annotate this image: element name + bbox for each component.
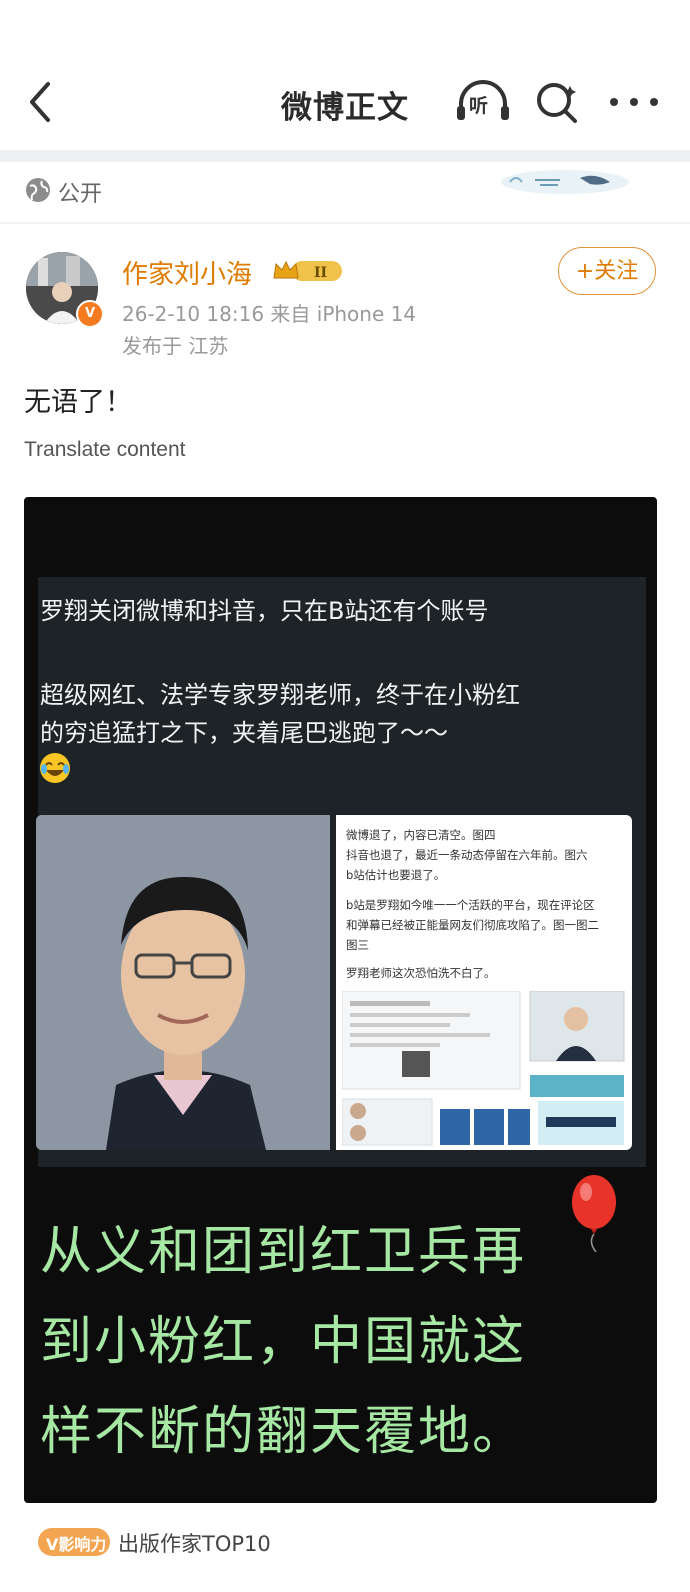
screenshot-text-line: b站是罗翔如今唯一一个活跃的平台，现在评论区 xyxy=(346,898,595,912)
screenshot-text-line: 罗翔老师这次恐怕洗不白了。 xyxy=(346,966,496,980)
top-bar xyxy=(0,0,690,150)
listen-label: 听 xyxy=(469,95,489,117)
laugh-emoji-icon xyxy=(38,751,72,785)
author-name[interactable]: 作家刘小海 xyxy=(122,254,252,291)
image-subtext-line: 超级网红、法学专家罗翔老师，终于在小粉红 xyxy=(40,681,520,709)
image-headline: 罗翔关闭微博和抖音，只在B站还有个账号 xyxy=(40,597,489,625)
screenshot-text-line: b站估计也要退了。 xyxy=(346,868,446,882)
visibility-label: 公开 xyxy=(58,182,103,207)
image-caption-line: 从义和团到红卫兵再 xyxy=(40,1222,527,1282)
influence-badge[interactable]: V影响力 xyxy=(38,1528,110,1556)
thin-divider xyxy=(0,222,690,224)
screenshot-text-line: 抖音也退了，最近一条动态停留在六年前。图六 xyxy=(346,848,588,862)
influence-badge-label: V影响力 xyxy=(46,1535,107,1554)
screenshot-collage: 微博退了，内容已清空。图四 抖音也退了，最近一条动态停留在六年前。图六 b站估计… xyxy=(336,815,632,1150)
balloon-icon xyxy=(566,1172,624,1253)
screenshot-text-line: 微博退了，内容已清空。图四 xyxy=(346,828,496,842)
crown-badge[interactable]: II xyxy=(272,258,344,284)
post-timestamp-source: 26-2-10 18:16 来自 iPhone 14 xyxy=(122,302,417,326)
level-badge-text: II xyxy=(314,265,327,281)
post-image[interactable]: 罗翔关闭微博和抖音，只在B站还有个账号 超级网红、法学专家罗翔老师，终于在小粉红… xyxy=(24,497,657,1503)
globe-icon xyxy=(24,176,52,204)
image-subtext-line: 的穷追猛打之下，夹着尾巴逃跑了～～ xyxy=(40,719,448,747)
screenshot-text-line: 图三 xyxy=(346,938,369,952)
verified-badge: V xyxy=(76,300,104,328)
listen-button[interactable]: 听 xyxy=(455,78,511,126)
post-location: 发布于 江苏 xyxy=(122,334,229,358)
screenshot-text-line: 和弹幕已经被正能量网友们彻底攻陷了。图一图二 xyxy=(346,918,599,932)
portrait-photo xyxy=(36,815,330,1150)
image-caption-line: 样不断的翻天覆地。 xyxy=(40,1402,527,1462)
decoration-banner xyxy=(500,160,630,200)
page-title: 微博正文 xyxy=(281,90,409,126)
more-icon[interactable] xyxy=(606,82,662,122)
post-text: 无语了！ xyxy=(24,387,132,418)
image-caption-line: 到小粉红，中国就这 xyxy=(40,1312,527,1372)
follow-button[interactable]: +关注 xyxy=(558,247,656,295)
translate-link[interactable]: Translate content xyxy=(24,438,185,462)
screenshot-thumbnails xyxy=(342,991,625,1146)
influence-label[interactable]: 出版作家TOP10 xyxy=(118,1528,271,1558)
search-icon[interactable] xyxy=(534,78,582,126)
